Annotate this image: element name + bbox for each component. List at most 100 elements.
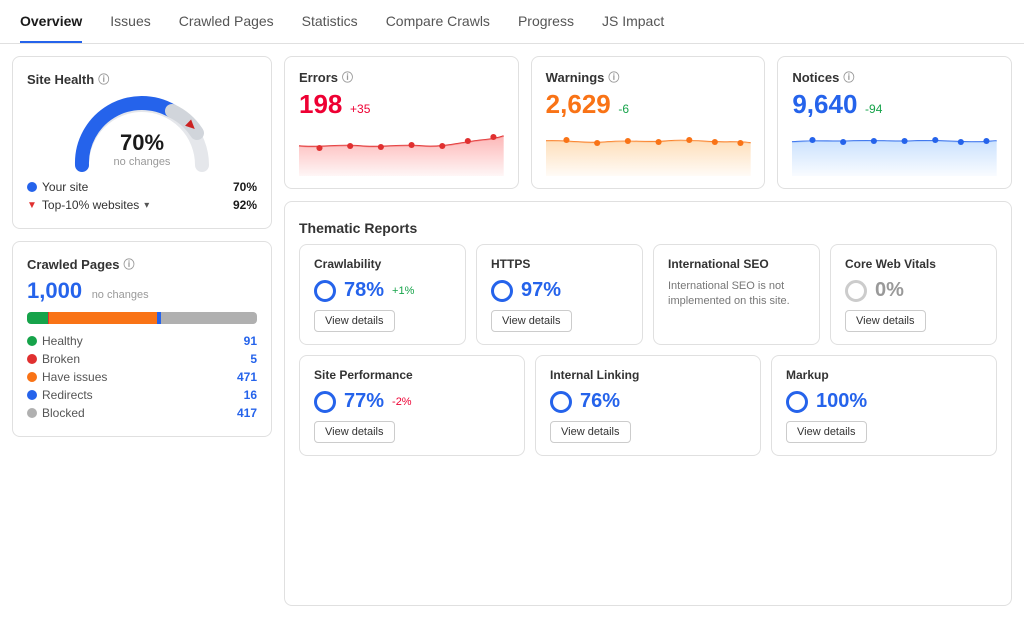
sp-circle-icon	[314, 391, 336, 413]
nav-progress[interactable]: Progress	[518, 1, 574, 43]
warnings-info-icon[interactable]: ⓘ	[608, 69, 619, 85]
stat-label-healthy: Healthy	[42, 334, 83, 348]
legend-value-top10: 92%	[233, 198, 257, 212]
site-health-card: Site Health ⓘ	[12, 56, 272, 229]
dot-issues	[27, 372, 37, 382]
nav-crawled-pages[interactable]: Crawled Pages	[179, 1, 274, 43]
crawled-no-changes: no changes	[92, 289, 149, 301]
dot-blocked	[27, 408, 37, 418]
gauge-text: 70% no changes	[114, 130, 171, 168]
theme-markup-score: 100%	[816, 390, 867, 413]
site-health-title-text: Site Health	[27, 72, 94, 87]
theme-markup: Markup 100% View details	[771, 355, 997, 456]
stat-broken: Broken 5	[27, 350, 257, 368]
app-container: Overview Issues Crawled Pages Statistics…	[0, 0, 1024, 618]
left-panel: Site Health ⓘ	[12, 56, 272, 606]
metric-warnings-label: Warnings ⓘ	[546, 69, 751, 85]
metric-warnings-chart	[546, 126, 751, 176]
theme-sp-change: -2%	[392, 396, 412, 408]
notices-info-icon[interactable]: ⓘ	[843, 69, 854, 85]
theme-sp-name: Site Performance	[314, 368, 510, 382]
theme-https: HTTPS 97% View details	[476, 244, 643, 345]
legend-top10: ▼ Top-10% websites ▾ 92%	[27, 196, 257, 214]
theme-sp-score: 77%	[344, 390, 384, 413]
metric-errors: Errors ⓘ 198 +35	[284, 56, 519, 189]
top-nav: Overview Issues Crawled Pages Statistics…	[0, 0, 1024, 44]
legend-triangle-icon: ▼	[27, 200, 37, 211]
theme-il-name: Internal Linking	[550, 368, 746, 382]
metric-notices-label: Notices ⓘ	[792, 69, 997, 85]
progress-blocked	[161, 312, 257, 324]
view-details-markup[interactable]: View details	[786, 421, 867, 443]
metric-errors-chart	[299, 126, 504, 176]
thematic-reports-title: Thematic Reports	[299, 216, 997, 244]
stat-label-issues: Have issues	[42, 370, 107, 384]
stat-label-redirects: Redirects	[42, 388, 93, 402]
theme-core-web-vitals: Core Web Vitals 0% View details	[830, 244, 997, 345]
view-details-sp[interactable]: View details	[314, 421, 395, 443]
theme-https-score-row: 97%	[491, 279, 628, 302]
crawled-pages-count-row: 1,000 no changes	[27, 278, 257, 304]
theme-sp-score-row: 77% -2%	[314, 390, 510, 413]
theme-markup-name: Markup	[786, 368, 982, 382]
progress-healthy	[27, 312, 48, 324]
legend-value-yoursite: 70%	[233, 180, 257, 194]
stat-value-issues: 471	[237, 370, 257, 384]
stat-issues: Have issues 471	[27, 368, 257, 386]
right-panel: Errors ⓘ 198 +35	[284, 56, 1012, 606]
legend-your-site: Your site 70%	[27, 178, 257, 196]
errors-info-icon[interactable]: ⓘ	[342, 69, 353, 85]
dot-broken	[27, 354, 37, 364]
theme-site-performance: Site Performance 77% -2% View details	[299, 355, 525, 456]
metric-notices: Notices ⓘ 9,640 -94	[777, 56, 1012, 189]
theme-crawlability: Crawlability 78% +1% View details	[299, 244, 466, 345]
crawled-pages-info-icon[interactable]: ⓘ	[124, 256, 135, 272]
crawled-pages-title-text: Crawled Pages	[27, 257, 120, 272]
stat-label-blocked: Blocked	[42, 406, 85, 420]
theme-crawlability-name: Crawlability	[314, 257, 451, 271]
metric-errors-label: Errors ⓘ	[299, 69, 504, 85]
metric-errors-change: +35	[350, 102, 370, 116]
theme-cwv-score: 0%	[875, 279, 904, 302]
https-circle-icon	[491, 280, 513, 302]
gauge-sub: no changes	[114, 156, 171, 168]
cwv-circle-icon	[845, 280, 867, 302]
metric-warnings-value: 2,629	[546, 89, 611, 119]
thematic-grid-bottom: Site Performance 77% -2% View details In…	[299, 355, 997, 456]
metric-notices-chart	[792, 126, 997, 176]
nav-compare-crawls[interactable]: Compare Crawls	[386, 1, 490, 43]
nav-issues[interactable]: Issues	[110, 1, 150, 43]
metric-errors-value-row: 198 +35	[299, 89, 504, 120]
stat-blocked: Blocked 417	[27, 404, 257, 422]
crawled-pages-header: Crawled Pages ⓘ	[27, 256, 257, 272]
legend-label-yoursite: Your site	[42, 180, 88, 194]
chevron-down-icon: ▾	[144, 200, 149, 211]
stat-label-broken: Broken	[42, 352, 80, 366]
metric-notices-value-row: 9,640 -94	[792, 89, 997, 120]
legend-dot-yoursite	[27, 182, 37, 192]
metric-warnings: Warnings ⓘ 2,629 -6	[531, 56, 766, 189]
stat-value-healthy: 91	[244, 334, 257, 348]
dot-healthy	[27, 336, 37, 346]
nav-js-impact[interactable]: JS Impact	[602, 1, 664, 43]
view-details-il[interactable]: View details	[550, 421, 631, 443]
site-health-header: Site Health ⓘ	[27, 71, 257, 87]
metric-warnings-change: -6	[618, 102, 629, 116]
nav-statistics[interactable]: Statistics	[302, 1, 358, 43]
stat-healthy: Healthy 91	[27, 332, 257, 350]
crawled-pages-card: Crawled Pages ⓘ 1,000 no changes	[12, 241, 272, 437]
site-health-info-icon[interactable]: ⓘ	[98, 71, 109, 87]
view-details-https[interactable]: View details	[491, 310, 572, 332]
crawled-count: 1,000	[27, 278, 82, 303]
theme-crawlability-score: 78%	[344, 279, 384, 302]
view-details-cwv[interactable]: View details	[845, 310, 926, 332]
view-details-crawlability[interactable]: View details	[314, 310, 395, 332]
theme-https-score: 97%	[521, 279, 561, 302]
stat-value-broken: 5	[250, 352, 257, 366]
stat-redirects: Redirects 16	[27, 386, 257, 404]
legend-label-top10: Top-10% websites	[42, 198, 139, 212]
nav-overview[interactable]: Overview	[20, 1, 82, 43]
markup-circle-icon	[786, 391, 808, 413]
theme-crawlability-change: +1%	[392, 285, 414, 297]
progress-bar	[27, 312, 257, 324]
